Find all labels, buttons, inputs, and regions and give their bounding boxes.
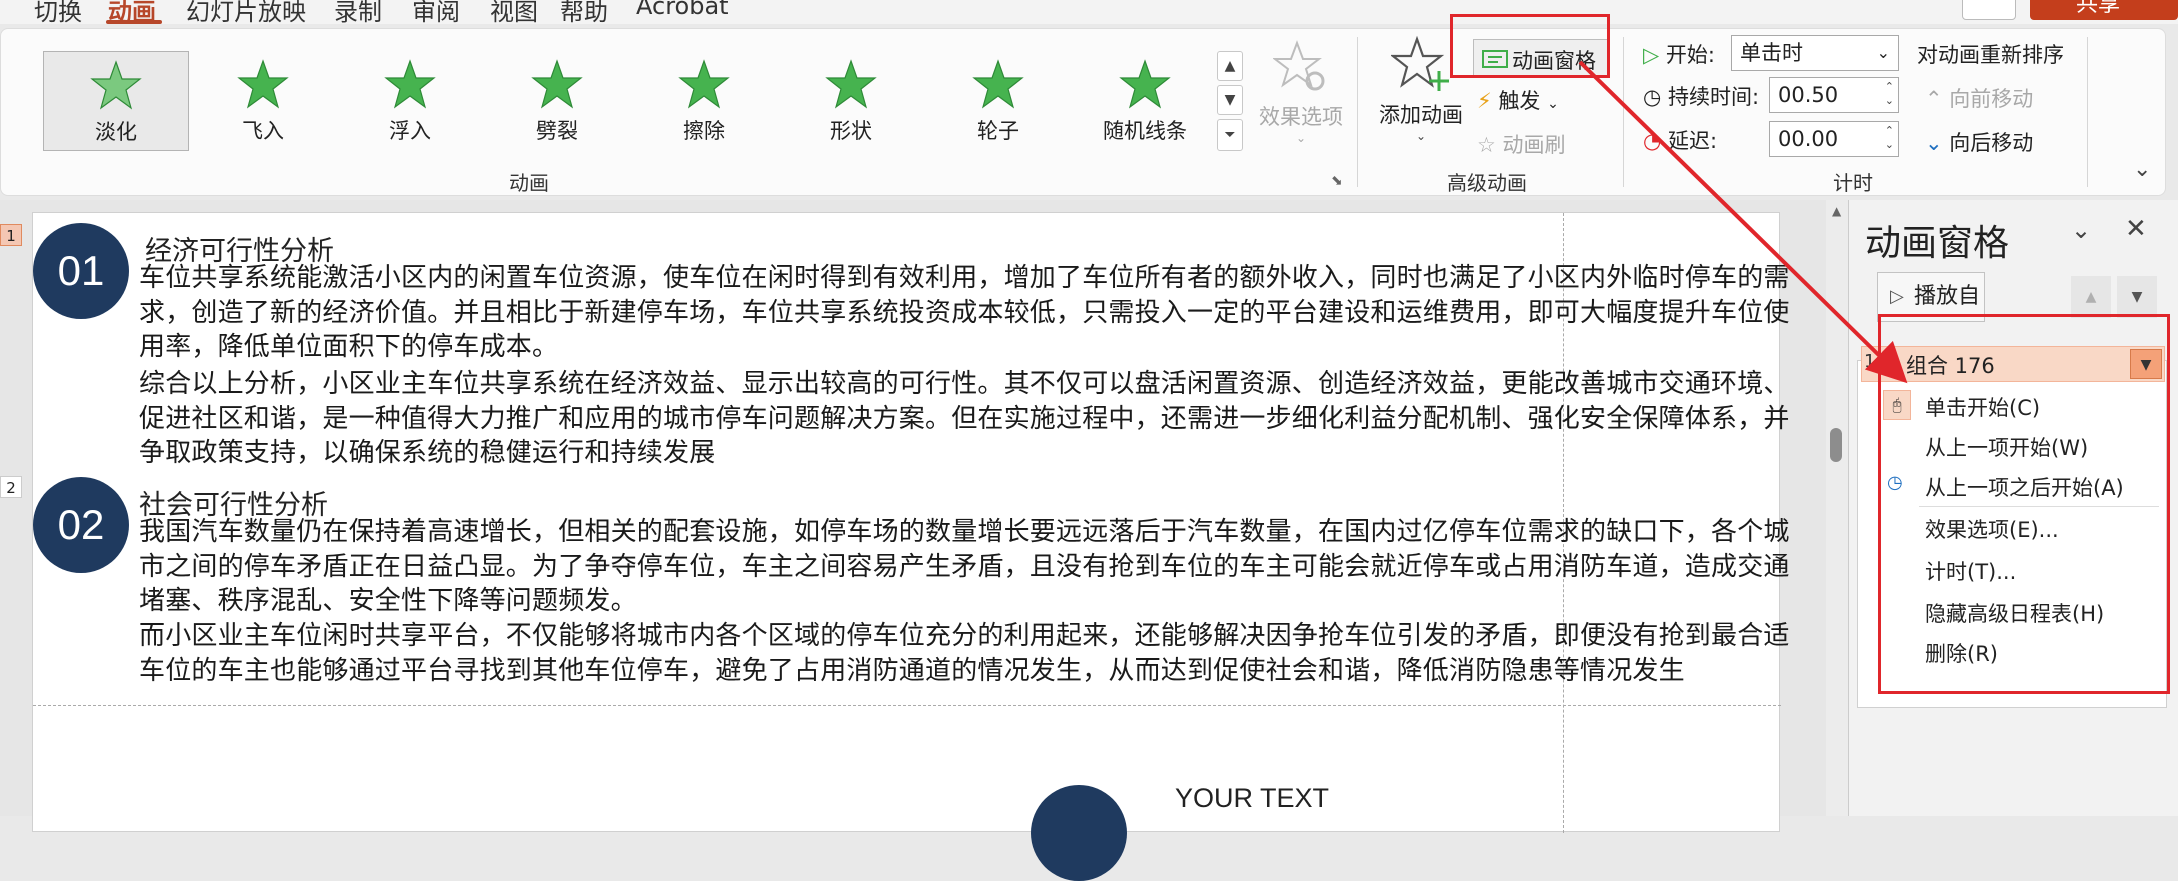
annotation-arrow xyxy=(1578,60,1908,384)
